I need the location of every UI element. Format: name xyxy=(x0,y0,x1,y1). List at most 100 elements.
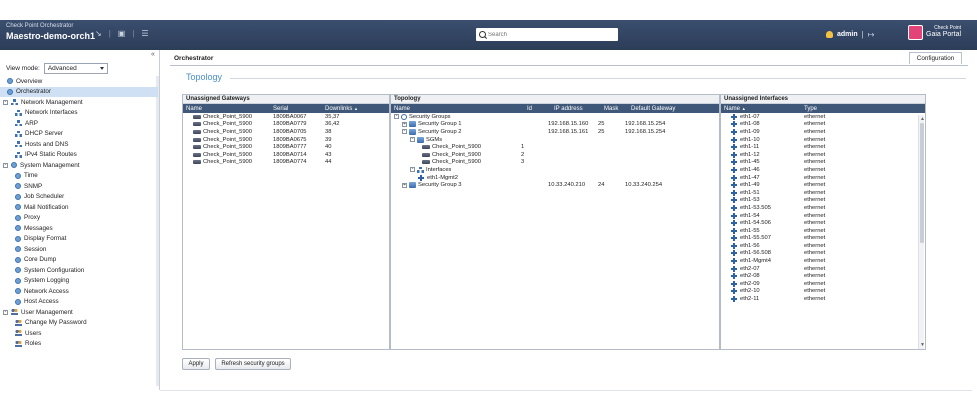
table-row[interactable]: eth2-11 ethernet xyxy=(721,295,925,303)
expand-icon[interactable]: + xyxy=(402,182,407,188)
clipboard-icon[interactable]: ☰ xyxy=(141,29,148,38)
sidebar-item-messages[interactable]: Messages xyxy=(0,223,158,234)
table-row[interactable]: eth2-09 ethernet xyxy=(721,280,925,288)
table-row[interactable]: Check_Point_5900 1809BA0774 44 xyxy=(183,159,389,167)
sidebar-item-mail-notification[interactable]: Mail Notification xyxy=(0,202,158,213)
sidebar-item-users[interactable]: Users xyxy=(0,328,158,339)
column-header-mask[interactable]: Mask xyxy=(601,106,628,112)
collapse-icon[interactable]: - xyxy=(410,137,415,143)
sidebar-item-network-interfaces[interactable]: Network Interfaces xyxy=(0,108,158,119)
table-row[interactable]: eth1-Mgmt4 ethernet xyxy=(721,257,925,265)
collapse-icon[interactable]: - xyxy=(3,99,8,105)
user-name[interactable]: admin xyxy=(837,31,858,38)
table-row[interactable]: eth1-10 ethernet xyxy=(721,136,925,144)
tree-row[interactable]: Check_Point_5900 3 xyxy=(391,159,719,167)
sidebar-item-host-access[interactable]: Host Access xyxy=(0,297,158,308)
sidebar-item-session[interactable]: Session xyxy=(0,244,158,255)
search-box[interactable] xyxy=(476,28,618,41)
gaia-portal-link[interactable]: Check Point Gaia Portal xyxy=(908,25,961,40)
collapse-sidebar-icon[interactable]: « xyxy=(151,51,155,58)
collapse-icon[interactable]: - xyxy=(3,309,8,315)
terminal-icon[interactable]: ▣ xyxy=(118,29,126,38)
table-row[interactable]: Check_Point_5900 1809BA0675 39 xyxy=(183,136,389,144)
sidebar-item-snmp[interactable]: SNMP xyxy=(0,181,158,192)
scroll-up-icon[interactable]: ▲ xyxy=(920,116,925,122)
sidebar-item-system-configuration[interactable]: System Configuration xyxy=(0,265,158,276)
tree-row[interactable]: Check_Point_5900 1 xyxy=(391,143,719,151)
table-row[interactable]: eth1-54 ethernet xyxy=(721,212,925,220)
sidebar-item-change-password[interactable]: Change My Password xyxy=(0,318,158,329)
table-row[interactable]: eth1-53.505 ethernet xyxy=(721,204,925,212)
sidebar-item-dhcp-server[interactable]: DHCP Server xyxy=(0,129,158,140)
table-row[interactable]: eth1-12 ethernet xyxy=(721,151,925,159)
scroll-down-icon[interactable]: ▼ xyxy=(920,342,925,348)
user-menu[interactable]: admin | ↦ xyxy=(826,30,874,39)
sidebar-item-network-access[interactable]: Network Access xyxy=(0,286,158,297)
collapse-icon[interactable]: - xyxy=(394,114,399,120)
tree-row[interactable]: - Interfaces xyxy=(391,166,719,174)
sidebar-item-system-logging[interactable]: System Logging xyxy=(0,276,158,287)
table-row[interactable]: eth2-10 ethernet xyxy=(721,288,925,296)
table-row[interactable]: eth1-55 ethernet xyxy=(721,227,925,235)
table-row[interactable]: Check_Point_5900 1809BA0067 35,37 xyxy=(183,113,389,121)
tree-row[interactable]: - SGMs xyxy=(391,136,719,144)
column-header-name[interactable]: Name xyxy=(183,106,270,112)
refresh-security-groups-button[interactable]: Refresh security groups xyxy=(215,358,291,370)
table-row[interactable]: eth1-07 ethernet xyxy=(721,113,925,121)
tree-row[interactable]: + Security Group 1 192.168.15.160 25 192.168… xyxy=(391,121,719,129)
column-header-serial[interactable]: Serial xyxy=(270,106,322,112)
sidebar-item-user-management[interactable]: - User Management xyxy=(0,307,158,318)
table-row[interactable]: eth2-08 ethernet xyxy=(721,272,925,280)
table-row[interactable]: eth1-56.508 ethernet xyxy=(721,250,925,258)
sidebar-item-network-management[interactable]: - Network Management xyxy=(0,97,158,108)
table-row[interactable]: eth1-47 ethernet xyxy=(721,174,925,182)
sidebar-item-hosts-dns[interactable]: Hosts and DNS xyxy=(0,139,158,150)
sidebar-item-system-management[interactable]: - System Management xyxy=(0,160,158,171)
column-header-name[interactable]: Name xyxy=(391,106,524,112)
column-header-downlinks[interactable]: Downlinks ▲ xyxy=(322,106,366,112)
sidebar-item-job-scheduler[interactable]: Job Scheduler xyxy=(0,192,158,203)
column-header-name[interactable]: Name ▲ xyxy=(721,106,801,112)
view-mode-select[interactable]: Advanced xyxy=(43,63,108,74)
sidebar-item-proxy[interactable]: Proxy xyxy=(0,213,158,224)
tree-row[interactable]: - Security Group 2 192.168.15.161 25 192.168… xyxy=(391,128,719,136)
pin-icon[interactable]: ↘ xyxy=(95,29,102,38)
sidebar-item-display-format[interactable]: Display Format xyxy=(0,234,158,245)
table-row[interactable]: Check_Point_5900 1809BA0777 40 xyxy=(183,143,389,151)
table-row[interactable]: eth1-09 ethernet xyxy=(721,128,925,136)
column-header-type[interactable]: Type xyxy=(801,106,881,112)
column-header-ip[interactable]: IP address xyxy=(551,106,601,112)
tree-row[interactable]: + Security Group 3 10.33.240.210 24 10.33.24… xyxy=(391,181,719,189)
tree-row[interactable]: - Security Groups xyxy=(391,113,719,121)
table-row[interactable]: eth2-07 ethernet xyxy=(721,265,925,273)
sidebar-item-time[interactable]: Time xyxy=(0,171,158,182)
sidebar-item-overview[interactable]: Overview xyxy=(0,76,158,87)
table-row[interactable]: eth1-46 ethernet xyxy=(721,166,925,174)
sidebar-item-arp[interactable]: ARP xyxy=(0,118,158,129)
collapse-icon[interactable]: - xyxy=(402,129,407,135)
expand-icon[interactable]: + xyxy=(402,121,407,127)
interfaces-scrollbar[interactable]: ▲ ▼ xyxy=(918,115,925,349)
table-row[interactable]: eth1-53 ethernet xyxy=(721,197,925,205)
collapse-icon[interactable]: - xyxy=(3,162,8,168)
table-row[interactable]: Check_Point_5900 1809BA0714 43 xyxy=(183,151,389,159)
apply-button[interactable]: Apply xyxy=(182,358,210,370)
column-header-id[interactable]: Id xyxy=(524,106,551,112)
sidebar-item-orchestrator[interactable]: Orchestrator xyxy=(0,86,158,97)
table-row[interactable]: eth1-56 ethernet xyxy=(721,242,925,250)
scroll-thumb[interactable] xyxy=(920,123,924,243)
table-row[interactable]: eth1-45 ethernet xyxy=(721,159,925,167)
table-row[interactable]: eth1-54.506 ethernet xyxy=(721,219,925,227)
sidebar-item-roles[interactable]: Roles xyxy=(0,339,158,350)
sidebar-item-static-routes[interactable]: IPv4 Static Routes xyxy=(0,150,158,161)
table-row[interactable]: Check_Point_5900 1809BA0779 36,42 xyxy=(183,121,389,129)
table-row[interactable]: eth1-11 ethernet xyxy=(721,143,925,151)
search-input[interactable] xyxy=(488,31,608,38)
column-header-gateway[interactable]: Default Gateway xyxy=(628,106,698,112)
tab-configuration[interactable]: Configuration xyxy=(909,52,962,64)
table-row[interactable]: eth1-08 ethernet xyxy=(721,121,925,129)
table-row[interactable]: Check_Point_5900 1809BA0705 38 xyxy=(183,128,389,136)
tree-row[interactable]: eth1-Mgmt2 xyxy=(391,174,719,182)
table-row[interactable]: eth1-55.507 ethernet xyxy=(721,235,925,243)
collapse-icon[interactable]: - xyxy=(410,167,415,173)
